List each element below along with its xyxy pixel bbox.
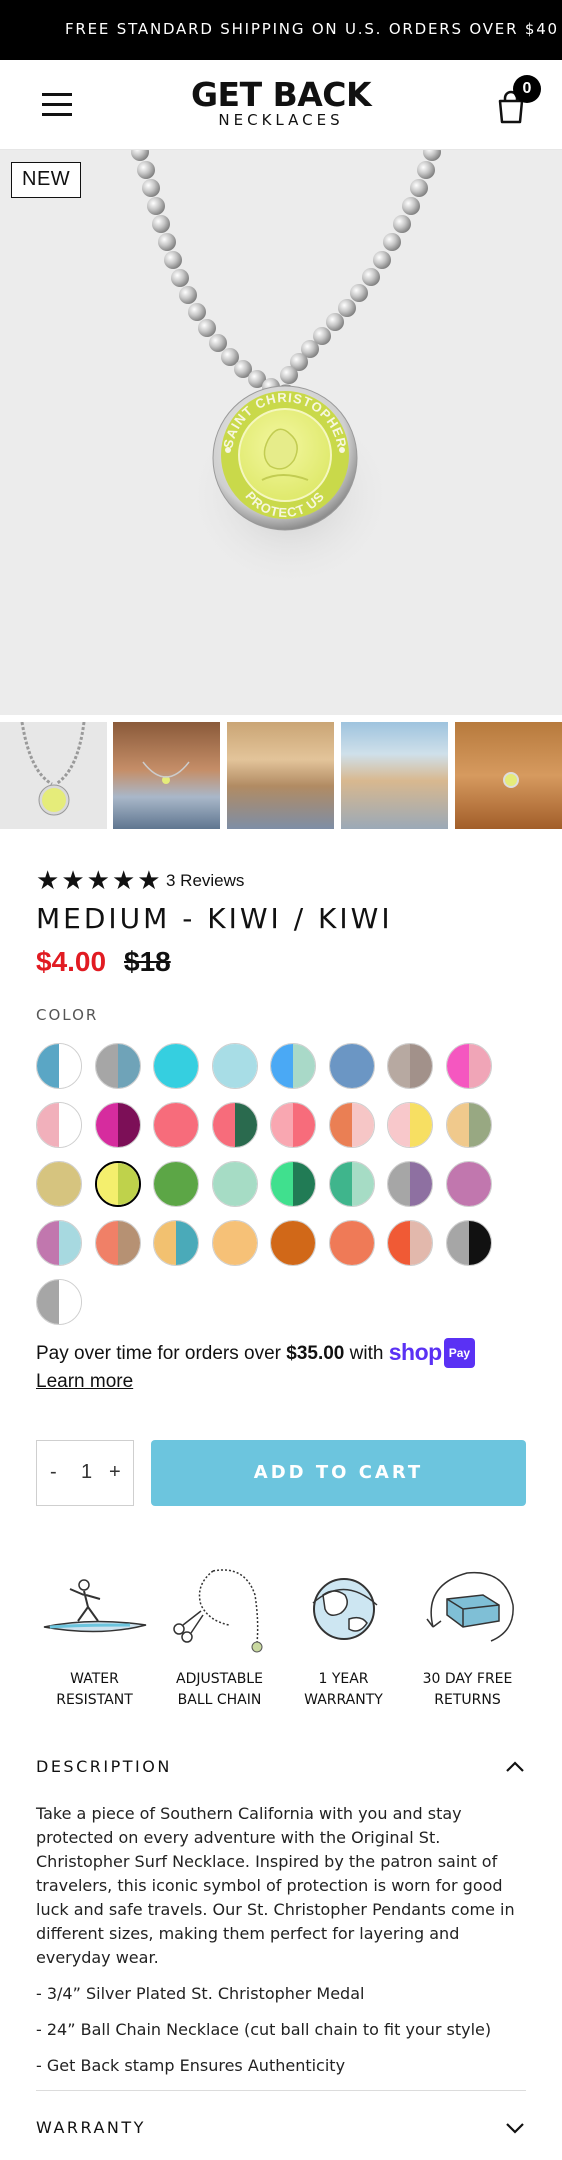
color-label: COLOR [36,1006,99,1024]
description-heading: DESCRIPTION [36,1757,172,1776]
necklace-image: SAINT CHRISTOPHER PROTECT US [131,150,441,590]
description-text: Take a piece of Southern California with… [36,1804,515,1967]
shop-pay-installments: Pay over time for orders over $35.00 wit… [36,1338,536,1396]
color-swatch[interactable] [94,1102,141,1148]
color-swatch[interactable] [36,1279,82,1325]
color-swatch[interactable] [387,1220,433,1266]
color-swatch[interactable] [387,1043,433,1089]
star-icon: ★ [36,865,60,895]
surfer-icon [43,1579,146,1633]
cart-count-badge: 0 [513,75,541,103]
globe-icon [311,1578,378,1640]
description-bullet: - Get Back stamp Ensures Authenticity [36,2056,346,2075]
color-swatch[interactable] [211,1102,258,1148]
new-badge: NEW [11,162,82,198]
star-icon: ★ [137,865,161,895]
thumbnail-gallery [0,722,562,830]
color-swatch[interactable] [270,1220,316,1266]
color-swatch[interactable] [153,1102,199,1148]
sale-price: $4.00 [36,946,107,977]
feature-returns: 30 DAY FREE RETURNS [405,1565,530,1711]
color-swatch[interactable] [36,1043,82,1089]
color-swatch[interactable] [270,1043,316,1089]
logo-line-1: GET BACK [190,75,372,114]
color-swatch[interactable] [445,1220,492,1266]
description-bullet: - 24” Ball Chain Necklace (cut ball chai… [36,2020,492,2039]
color-swatch[interactable] [36,1161,82,1207]
color-swatch[interactable] [328,1161,375,1207]
quantity-stepper: - 1 + [36,1440,134,1506]
announcement-bar: FREE STANDARD SHIPPING ON U.S. ORDERS OV… [0,0,562,60]
chevron-up-icon [506,1761,524,1772]
feature-label: WATER RESISTANT [56,1671,133,1708]
add-to-cart-button[interactable]: ADD TO CART [151,1440,526,1506]
star-icon: ★ [111,865,136,895]
thumbnail-model-4[interactable] [455,722,562,829]
shop-pay-tag: Pay [443,1338,476,1368]
feature-label: 30 DAY FREE RETURNS [422,1671,513,1708]
description-accordion-header[interactable]: DESCRIPTION [36,1752,526,1782]
color-swatch[interactable] [94,1220,141,1266]
feature-adjustable-chain: ADJUSTABLE BALL CHAIN [157,1565,282,1711]
compare-price: $18 [124,946,171,977]
color-swatch[interactable] [211,1043,258,1089]
feature-label: ADJUSTABLE BALL CHAIN [176,1671,263,1708]
learn-more-link[interactable]: Learn more [36,1368,133,1396]
logo-line-2: NECKLACES [218,111,344,129]
description-body: Take a piece of Southern California with… [36,1802,528,2090]
feature-label: 1 YEAR WARRANTY [304,1671,383,1708]
shop-pay-logo: shop [388,1339,442,1365]
color-swatch[interactable] [36,1102,82,1148]
color-swatch[interactable] [387,1102,433,1148]
color-swatch[interactable] [387,1161,433,1207]
feature-water-resistant: WATER RESISTANT [32,1565,157,1711]
color-swatch[interactable] [211,1220,258,1266]
quantity-value[interactable]: 1 [81,1461,92,1484]
thumbnail-model-3[interactable] [341,722,448,829]
color-swatch[interactable] [270,1102,316,1148]
color-swatch[interactable] [153,1161,199,1207]
color-swatch[interactable] [328,1102,375,1148]
chevron-down-icon [506,2123,524,2134]
divider [36,2090,526,2091]
quantity-plus-button[interactable]: + [109,1461,121,1484]
color-swatch[interactable] [270,1161,316,1207]
color-swatch[interactable] [94,1043,141,1089]
color-swatch[interactable] [153,1220,199,1266]
scissors-chain-icon [172,1569,262,1653]
shoppay-amount: $35.00 [286,1343,345,1364]
color-swatch[interactable] [445,1043,492,1089]
product-main-image[interactable]: SAINT CHRISTOPHER PROTECT US [0,150,562,715]
color-swatch[interactable] [36,1220,82,1266]
color-swatch[interactable] [94,1161,141,1207]
feature-warranty: 1 YEAR WARRANTY [281,1565,406,1711]
star-icon: ★ [86,865,110,895]
product-title: MEDIUM - KIWI / KIWI [36,902,393,935]
color-swatch[interactable] [153,1043,199,1089]
color-swatch[interactable] [328,1043,375,1089]
warranty-heading: WARRANTY [36,2118,146,2137]
description-bullet: - 3/4” Silver Plated St. Christopher Med… [36,1984,365,2003]
star-icon: ★ [61,865,85,895]
color-swatch[interactable] [328,1220,375,1266]
color-swatch[interactable] [211,1161,258,1207]
quantity-minus-button[interactable]: - [50,1461,57,1484]
site-header: GET BACK NECKLACES 0 [0,60,562,150]
announcement-text: FREE STANDARD SHIPPING ON U.S. ORDERS OV… [65,20,559,38]
color-swatch[interactable] [445,1161,492,1207]
logo[interactable]: GET BACK NECKLACES [0,75,562,130]
warranty-accordion-header[interactable]: WARRANTY [36,2113,526,2143]
reviews-link[interactable]: 3 Reviews [166,871,244,891]
thumbnail-necklace[interactable] [0,722,107,829]
return-box-icon [425,1571,514,1642]
shoppay-text: Pay over time for orders over [36,1343,287,1364]
thumbnail-model-2[interactable] [227,722,334,829]
rating-stars[interactable]: ★ ★ ★ ★ ★ [36,867,161,893]
thumbnail-model-1[interactable] [113,722,220,829]
shoppay-with: with [344,1343,389,1364]
color-swatch[interactable] [445,1102,492,1148]
